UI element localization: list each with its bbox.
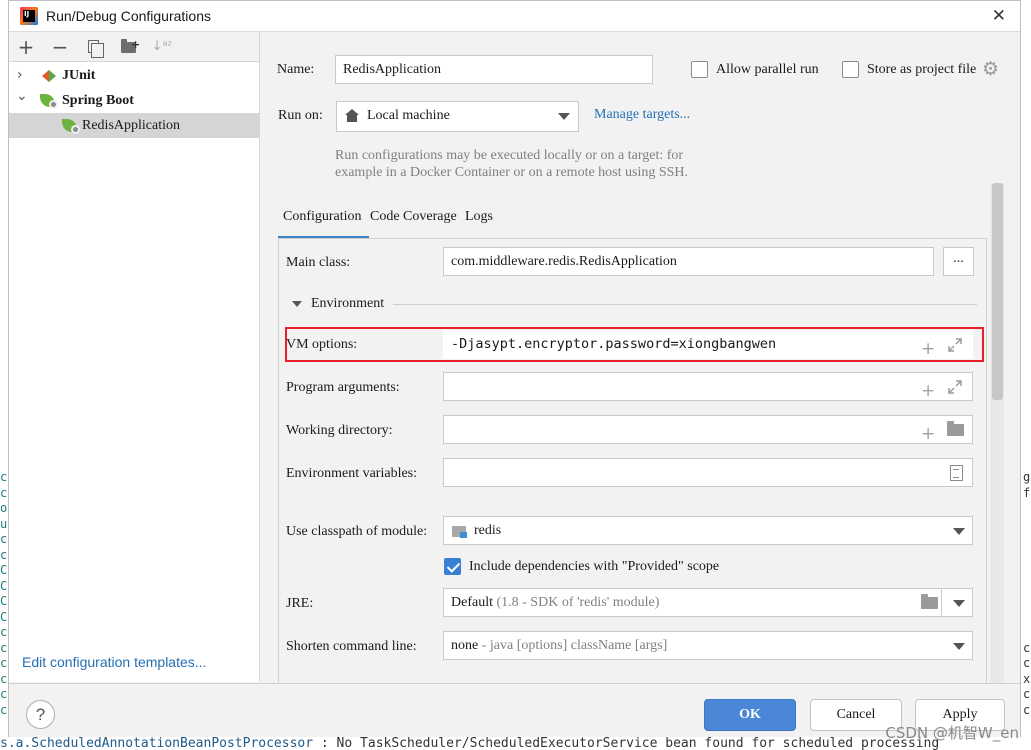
copy-icon	[88, 40, 104, 58]
environment-variables-field[interactable]	[443, 458, 973, 487]
shorten-detail: - java [options] className [args]	[481, 638, 668, 653]
include-provided-scope-checkbox[interactable]	[444, 558, 461, 575]
run-on-dropdown[interactable]: Local machine	[336, 101, 579, 132]
manage-targets-link[interactable]: Manage targets...	[594, 107, 690, 123]
title-bar: IJ Run/Debug Configurations ✕	[9, 1, 1020, 32]
program-arguments-field[interactable]: +	[443, 372, 973, 401]
include-provided-scope-label: Include dependencies with "Provided" sco…	[469, 559, 720, 574]
home-icon	[345, 109, 359, 122]
run-on-hint-line2: example in a Docker Container or on a re…	[335, 165, 689, 180]
environment-section-header[interactable]: Environment	[311, 296, 384, 312]
background-log-left: c c o u c c C C C C c c c c c c	[0, 470, 8, 717]
chevron-down-icon[interactable]: ⌄	[16, 84, 28, 109]
new-folder-icon	[121, 39, 140, 53]
section-divider	[393, 304, 977, 305]
expand-icon[interactable]	[947, 337, 963, 353]
jre-detail: (1.8 - SDK of 'redis' module)	[496, 595, 660, 610]
vm-options-value: -Djasypt.encryptor.password=xiongbangwen	[451, 336, 777, 352]
junit-icon	[42, 70, 56, 82]
dialog-button-bar: ? OK Cancel Apply	[9, 683, 1020, 737]
scrollbar-thumb[interactable]	[992, 183, 1003, 400]
shorten-command-line-dropdown[interactable]: none - java [options] className [args]	[443, 631, 973, 660]
folder-icon[interactable]	[921, 594, 938, 609]
tree-item-label: RedisApplication	[82, 118, 180, 133]
log-message: : No TaskScheduler/ScheduledExecutorServ…	[313, 737, 940, 750]
browse-main-class-button[interactable]: ...	[943, 247, 974, 276]
environment-variables-label: Environment variables:	[286, 466, 418, 481]
gear-icon[interactable]: ⚙	[982, 58, 999, 80]
close-icon[interactable]: ✕	[992, 6, 1006, 26]
intellij-idea-icon: IJ	[20, 7, 38, 25]
classpath-module-label: Use classpath of module:	[286, 524, 428, 539]
dialog-title: Run/Debug Configurations	[46, 8, 211, 24]
run-on-label: Run on:	[278, 108, 323, 123]
tree-item-label: Spring Boot	[62, 93, 134, 108]
tree-item-redisapplication[interactable]: RedisApplication	[9, 113, 259, 138]
tab-logs[interactable]: Logs	[465, 209, 493, 225]
working-directory-label: Working directory:	[286, 423, 393, 438]
allow-parallel-run-checkbox[interactable]	[691, 61, 708, 78]
combo-divider	[941, 588, 942, 617]
plus-icon[interactable]: +	[921, 378, 935, 405]
chevron-down-icon	[953, 643, 965, 650]
name-field[interactable]: RedisApplication	[335, 55, 653, 84]
remove-configuration-button[interactable]: −	[49, 36, 71, 58]
jre-label: JRE:	[286, 596, 314, 611]
run-debug-configurations-dialog: IJ Run/Debug Configurations ✕ + − ↓ᵃᶻ › …	[8, 0, 1021, 737]
collapse-triangle-icon[interactable]	[292, 301, 302, 307]
folder-icon[interactable]	[947, 421, 964, 436]
name-label: Name:	[277, 62, 315, 77]
configurations-tree: › JUnit ⌄ Spring Boot RedisApplication	[9, 63, 259, 138]
expand-icon[interactable]	[947, 379, 963, 395]
tree-item-spring-boot[interactable]: ⌄ Spring Boot	[9, 88, 259, 113]
tab-code-coverage[interactable]: Code Coverage	[370, 209, 457, 225]
store-as-project-file-checkbox[interactable]	[842, 61, 859, 78]
shorten-command-line-label: Shorten command line:	[286, 639, 417, 654]
run-on-value: Local machine	[367, 108, 450, 123]
add-configuration-button[interactable]: +	[15, 36, 37, 58]
chevron-down-icon	[953, 528, 965, 535]
plus-icon[interactable]: +	[921, 421, 935, 448]
new-folder-button[interactable]	[118, 36, 140, 58]
ok-button[interactable]: OK	[704, 699, 796, 731]
sort-button[interactable]: ↓ᵃᶻ	[151, 36, 173, 58]
allow-parallel-run-label: Allow parallel run	[716, 62, 819, 77]
chevron-down-icon[interactable]	[953, 600, 965, 607]
tree-item-junit[interactable]: › JUnit	[9, 63, 259, 88]
jre-value: Default	[451, 595, 493, 610]
main-class-label: Main class:	[286, 255, 351, 270]
classpath-module-dropdown[interactable]: redis	[443, 516, 973, 545]
main-class-field[interactable]: com.middleware.redis.RedisApplication	[443, 247, 934, 276]
run-on-hint-line1: Run configurations may be executed local…	[335, 148, 684, 163]
spring-boot-run-icon	[62, 118, 80, 134]
edit-configuration-templates-link[interactable]: Edit configuration templates...	[22, 654, 206, 670]
document-icon[interactable]	[950, 465, 963, 481]
vm-options-field[interactable]: -Djasypt.encryptor.password=xiongbangwen…	[443, 330, 973, 359]
vm-options-label: VM options:	[286, 337, 358, 352]
tab-configuration[interactable]: Configuration	[278, 209, 369, 239]
module-folder-icon	[452, 524, 468, 538]
log-class: s.a.ScheduledAnnotationBeanPostProcessor	[0, 737, 314, 750]
tree-toolbar: + − ↓ᵃᶻ	[9, 32, 259, 62]
configurations-tree-panel: + − ↓ᵃᶻ › JUnit ⌄ Spring Boot RedisAppli…	[9, 32, 260, 682]
store-as-project-file-label: Store as project file	[867, 62, 977, 77]
classpath-module-value: redis	[474, 523, 502, 538]
jre-dropdown[interactable]: Default (1.8 - SDK of 'redis' module)	[443, 588, 973, 617]
background-log-line: s.a.ScheduledAnnotationBeanPostProcessor…	[0, 737, 1031, 750]
copy-configuration-button[interactable]	[83, 36, 105, 58]
program-arguments-label: Program arguments:	[286, 380, 400, 395]
watermark: CSDN @机智W_en	[885, 724, 1019, 742]
tree-item-label: JUnit	[62, 68, 96, 83]
working-directory-field[interactable]: +	[443, 415, 973, 444]
chevron-down-icon	[558, 113, 570, 120]
background-log-right: g f c c x c c	[1023, 470, 1031, 717]
help-button[interactable]: ?	[26, 700, 55, 729]
plus-icon[interactable]: +	[921, 336, 935, 363]
shorten-value: none	[451, 638, 479, 653]
spring-boot-icon	[40, 93, 58, 109]
